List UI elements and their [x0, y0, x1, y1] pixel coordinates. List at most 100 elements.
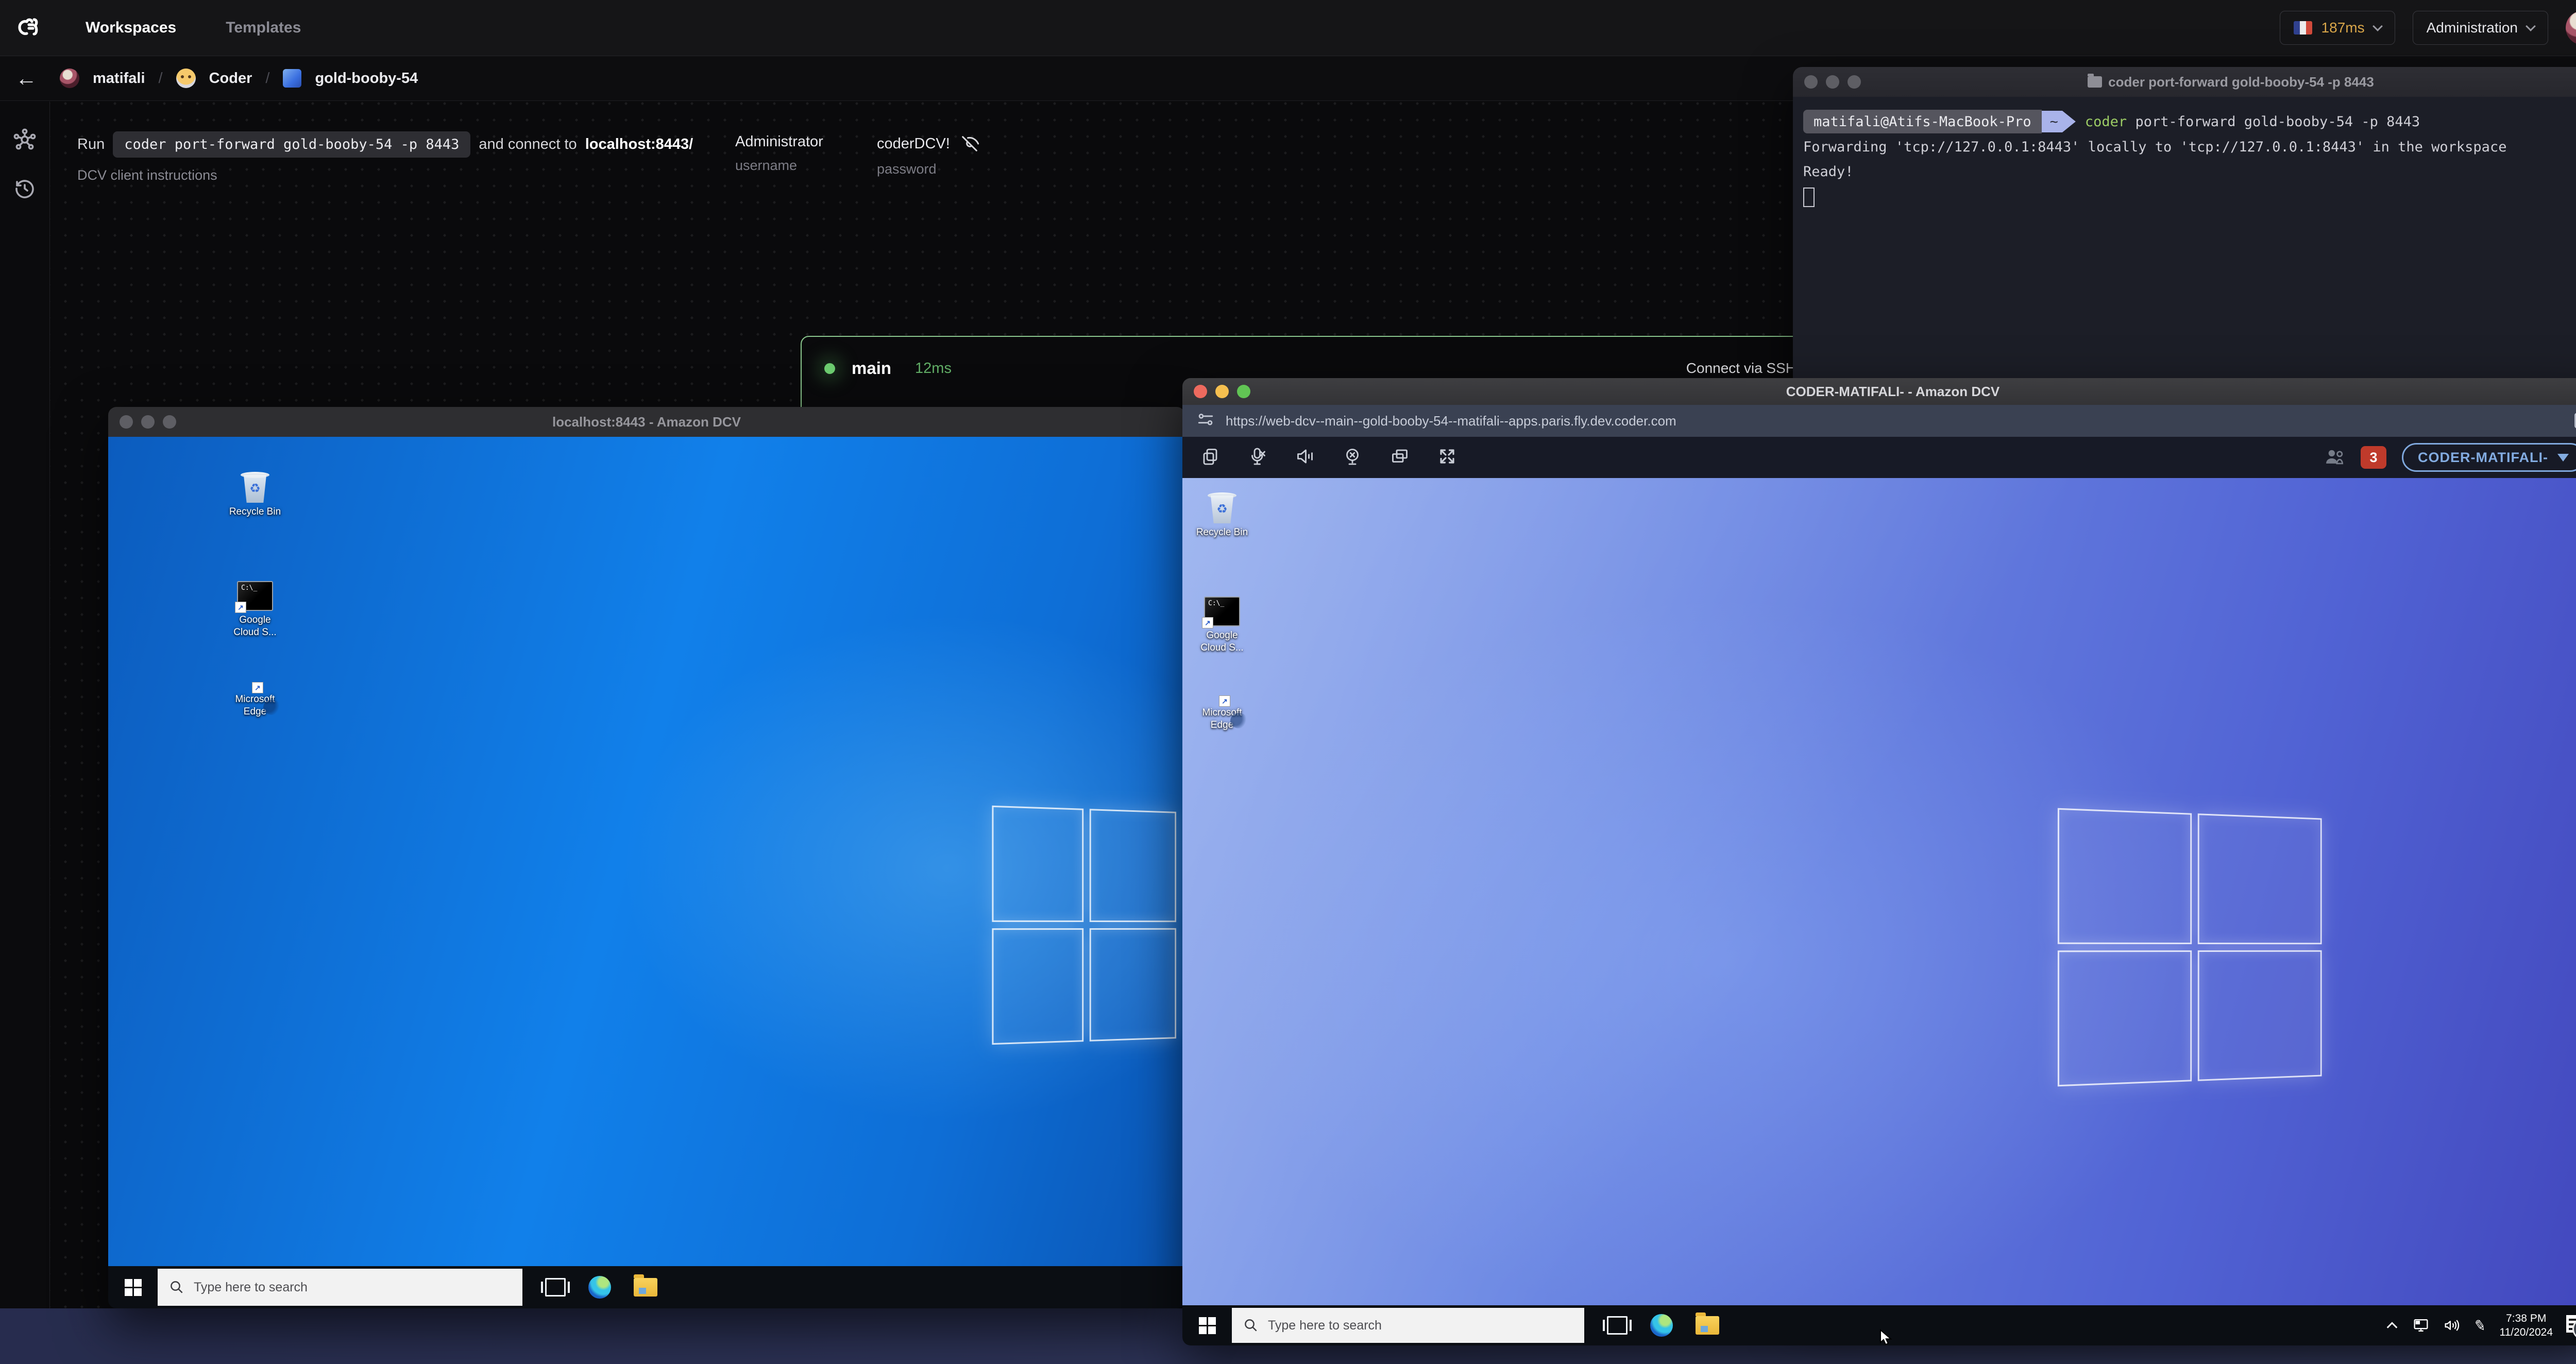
- connections-badge[interactable]: 3: [2361, 446, 2387, 469]
- folder-icon: [2088, 74, 2103, 88]
- command-prompt-icon: C:\_ ↗: [1202, 596, 1240, 628]
- agent-status-dot: [824, 363, 835, 374]
- macos-desktop: Workspaces Templates 187ms Administratio…: [0, 0, 2576, 1364]
- chevron-down-icon: [2372, 21, 2383, 31]
- back-arrow-icon[interactable]: ←: [15, 67, 37, 89]
- password-value: coderDCV!: [877, 135, 950, 152]
- workspace-os-icon: [283, 69, 302, 88]
- desktop-icon-microsoft-edge[interactable]: ↗ Microsoft Edge: [216, 682, 294, 718]
- windows-wallpaper-logo: [992, 805, 1177, 1045]
- session-menu-button[interactable]: CODER-MATIFALI-: [2402, 443, 2576, 472]
- desktop-icon-recycle-bin[interactable]: ♻ Recycle Bin: [1183, 491, 1261, 539]
- dropdown-triangle-icon: [2557, 453, 2569, 462]
- run-prefix: Run: [77, 136, 105, 152]
- search-placeholder: Type here to search: [1268, 1318, 1382, 1333]
- history-icon[interactable]: [12, 176, 37, 201]
- taskbar-search[interactable]: Type here to search: [1232, 1308, 1584, 1343]
- owner-avatar: [60, 69, 79, 88]
- left-sidebar: [0, 101, 50, 1308]
- dcv-client-instructions-link[interactable]: DCV client instructions: [77, 167, 217, 183]
- dcv-window-web: CODER-MATIFALI- - Amazon DCV https://web…: [1182, 378, 2576, 1345]
- administration-label: Administration: [2426, 20, 2518, 36]
- webcam-disabled-icon[interactable]: [1343, 447, 1362, 468]
- template-emoji-icon: [176, 69, 196, 88]
- taskbar-clock[interactable]: 7:38 PM 11/20/2024: [2499, 1311, 2553, 1339]
- windows-wallpaper-logo: [2057, 808, 2322, 1087]
- user-avatar[interactable]: [2566, 11, 2576, 45]
- microphone-muted-icon[interactable]: [1248, 447, 1267, 468]
- port-forward-command[interactable]: coder port-forward gold-booby-54 -p 8443: [113, 131, 471, 158]
- chevron-down-icon: [2526, 21, 2536, 31]
- clipboard-icon[interactable]: [2572, 411, 2576, 432]
- clipboard-sync-icon[interactable]: [1201, 447, 1219, 468]
- terminal-titlebar[interactable]: coder port-forward gold-booby-54 -p 8443: [1793, 67, 2576, 97]
- pen-icon[interactable]: ✎: [2472, 1316, 2487, 1335]
- desktop-icon-microsoft-edge[interactable]: ↗ Microsoft Edge: [1183, 695, 1261, 731]
- collaborators-icon[interactable]: [2325, 447, 2345, 468]
- url-bar[interactable]: https://web-dcv--main--gold-booby-54--ma…: [1182, 405, 2576, 437]
- task-view-icon[interactable]: [1603, 1316, 1632, 1335]
- top-nav: Workspaces Templates 187ms Administratio…: [0, 0, 2576, 56]
- tray-chevron-icon[interactable]: [2385, 1320, 2399, 1331]
- desktop-icon-recycle-bin[interactable]: ♻ Recycle Bin: [216, 471, 294, 518]
- windows-taskbar: Type here to search: [108, 1266, 1185, 1308]
- administration-button[interactable]: Administration: [2412, 11, 2548, 45]
- recycle-bin-icon: ♻: [1208, 491, 1236, 523]
- breadcrumb-template[interactable]: Coder: [209, 70, 252, 87]
- terminal-cursor: [1803, 187, 1815, 207]
- latency-button[interactable]: 187ms: [2279, 11, 2395, 45]
- start-button[interactable]: [108, 1278, 158, 1296]
- desktop-icon-google-cloud-sdk[interactable]: C:\_ ↗ Google Cloud S...: [1183, 596, 1261, 654]
- coder-logo-icon[interactable]: [15, 13, 46, 42]
- file-explorer-icon[interactable]: [1696, 1312, 1719, 1335]
- volume-icon[interactable]: [2443, 1318, 2461, 1333]
- search-icon: [171, 1281, 183, 1293]
- task-view-icon[interactable]: [541, 1278, 570, 1297]
- nav-templates[interactable]: Templates: [226, 19, 301, 37]
- windows-logo-icon: [1198, 1317, 1216, 1334]
- recycle-bin-icon: ♻: [241, 471, 269, 503]
- dcv-window-localhost: localhost:8443 - Amazon DCV ♻ Recycle Bi…: [108, 407, 1185, 1308]
- speaker-icon[interactable]: [1296, 447, 1314, 468]
- resources-topology-icon[interactable]: [12, 127, 37, 152]
- search-placeholder: Type here to search: [194, 1280, 308, 1294]
- notification-center-icon[interactable]: 1: [2566, 1315, 2576, 1340]
- terminal-command: coder port-forward gold-booby-54 -p 8443: [2084, 113, 2420, 130]
- dcv-front-title: CODER-MATIFALI- - Amazon DCV: [1786, 383, 2000, 399]
- breadcrumb-separator: /: [158, 70, 163, 87]
- taskbar-search[interactable]: Type here to search: [158, 1269, 522, 1306]
- system-tray: ✎ 7:38 PM 11/20/2024 1: [2385, 1311, 2576, 1340]
- eye-off-icon[interactable]: [959, 133, 980, 154]
- site-settings-icon[interactable]: [1197, 411, 1214, 431]
- nav-workspaces[interactable]: Workspaces: [86, 19, 176, 37]
- dcv-front-titlebar[interactable]: CODER-MATIFALI- - Amazon DCV: [1182, 378, 2576, 405]
- desktop-icon-google-cloud-sdk[interactable]: C:\_ ↗ Google Cloud S...: [216, 581, 294, 639]
- username-value: Administrator: [735, 133, 823, 150]
- fullscreen-icon[interactable]: [1438, 447, 1456, 468]
- prompt-host: matifali@Atifs-MacBook-Pro: [1803, 110, 2042, 133]
- clock-date: 11/20/2024: [2499, 1326, 2553, 1338]
- password-field: coderDCV! password: [877, 133, 980, 177]
- agent-name: main: [852, 359, 892, 378]
- connect-text: and connect to: [479, 136, 577, 152]
- breadcrumb-workspace[interactable]: gold-booby-54: [315, 70, 418, 87]
- agent-header: main 12ms Connect via SSH: [802, 337, 1835, 378]
- edge-taskbar-icon[interactable]: [588, 1276, 611, 1299]
- dcv-back-titlebar[interactable]: localhost:8443 - Amazon DCV: [108, 407, 1185, 437]
- windows-desktop[interactable]: ♻ Recycle Bin C:\_ ↗ Google Cloud S... ↗ M…: [1182, 478, 2576, 1307]
- start-button[interactable]: [1182, 1317, 1232, 1334]
- terminal-content[interactable]: matifali@Atifs-MacBook-Pro ~ coder port-…: [1793, 97, 2576, 224]
- password-label: password: [877, 161, 937, 177]
- multi-monitor-icon[interactable]: [1391, 447, 1409, 468]
- prompt-path: ~: [2042, 111, 2076, 132]
- breadcrumb-user[interactable]: matifali: [93, 70, 145, 87]
- dcv-back-title: localhost:8443 - Amazon DCV: [552, 414, 741, 430]
- windows-desktop[interactable]: ♻ Recycle Bin C:\_ ↗ Google Cloud S... ↗ M…: [108, 437, 1185, 1266]
- file-explorer-icon[interactable]: [634, 1274, 657, 1297]
- dcv-toolbar: 3 CODER-MATIFALI-: [1182, 437, 2576, 478]
- network-icon[interactable]: [2412, 1318, 2430, 1333]
- agent-latency: 12ms: [915, 360, 952, 377]
- url-text[interactable]: https://web-dcv--main--gold-booby-54--ma…: [1226, 413, 1676, 429]
- username-label: username: [735, 158, 798, 173]
- edge-taskbar-icon[interactable]: [1650, 1314, 1673, 1337]
